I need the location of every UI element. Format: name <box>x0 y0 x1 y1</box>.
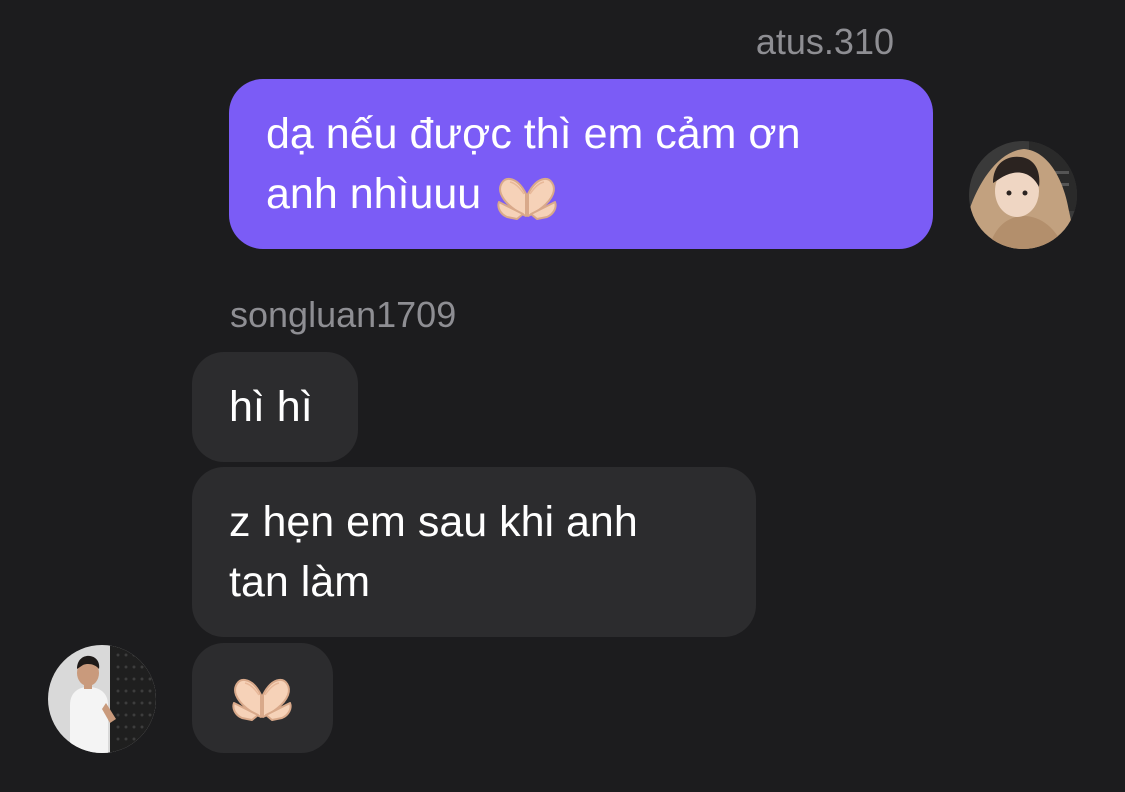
heart-hands-icon <box>232 678 292 721</box>
outgoing-message-bubble[interactable]: dạ nếu được thì em cảm ơn anh nhìuuu <box>229 79 933 249</box>
message-text-line: tan làm <box>229 558 371 606</box>
message-text: anh nhìuuu <box>266 170 482 218</box>
contact-avatar[interactable] <box>48 645 156 753</box>
avatar-photo <box>48 645 156 753</box>
message-text-line: hì hì <box>229 383 313 431</box>
message-text-line: dạ nếu được thì em cảm ơn <box>266 110 801 158</box>
message-text-line: anh nhìuuu <box>266 164 896 224</box>
heart-hands-icon <box>497 177 557 220</box>
my-avatar[interactable] <box>969 141 1077 249</box>
incoming-message-bubble[interactable]: z hẹn em sau khi anh tan làm <box>192 467 756 637</box>
message-text-line: z hẹn em sau khi anh <box>229 498 638 546</box>
sender-username[interactable]: songluan1709 <box>230 295 456 335</box>
incoming-message-bubble[interactable]: hì hì <box>192 352 358 462</box>
incoming-emoji-bubble[interactable] <box>192 643 333 753</box>
avatar-photo <box>969 141 1077 249</box>
chat-thread: atus.310 dạ nếu được thì em cảm ơn anh n… <box>0 0 1125 792</box>
sender-username[interactable]: atus.310 <box>756 22 894 62</box>
